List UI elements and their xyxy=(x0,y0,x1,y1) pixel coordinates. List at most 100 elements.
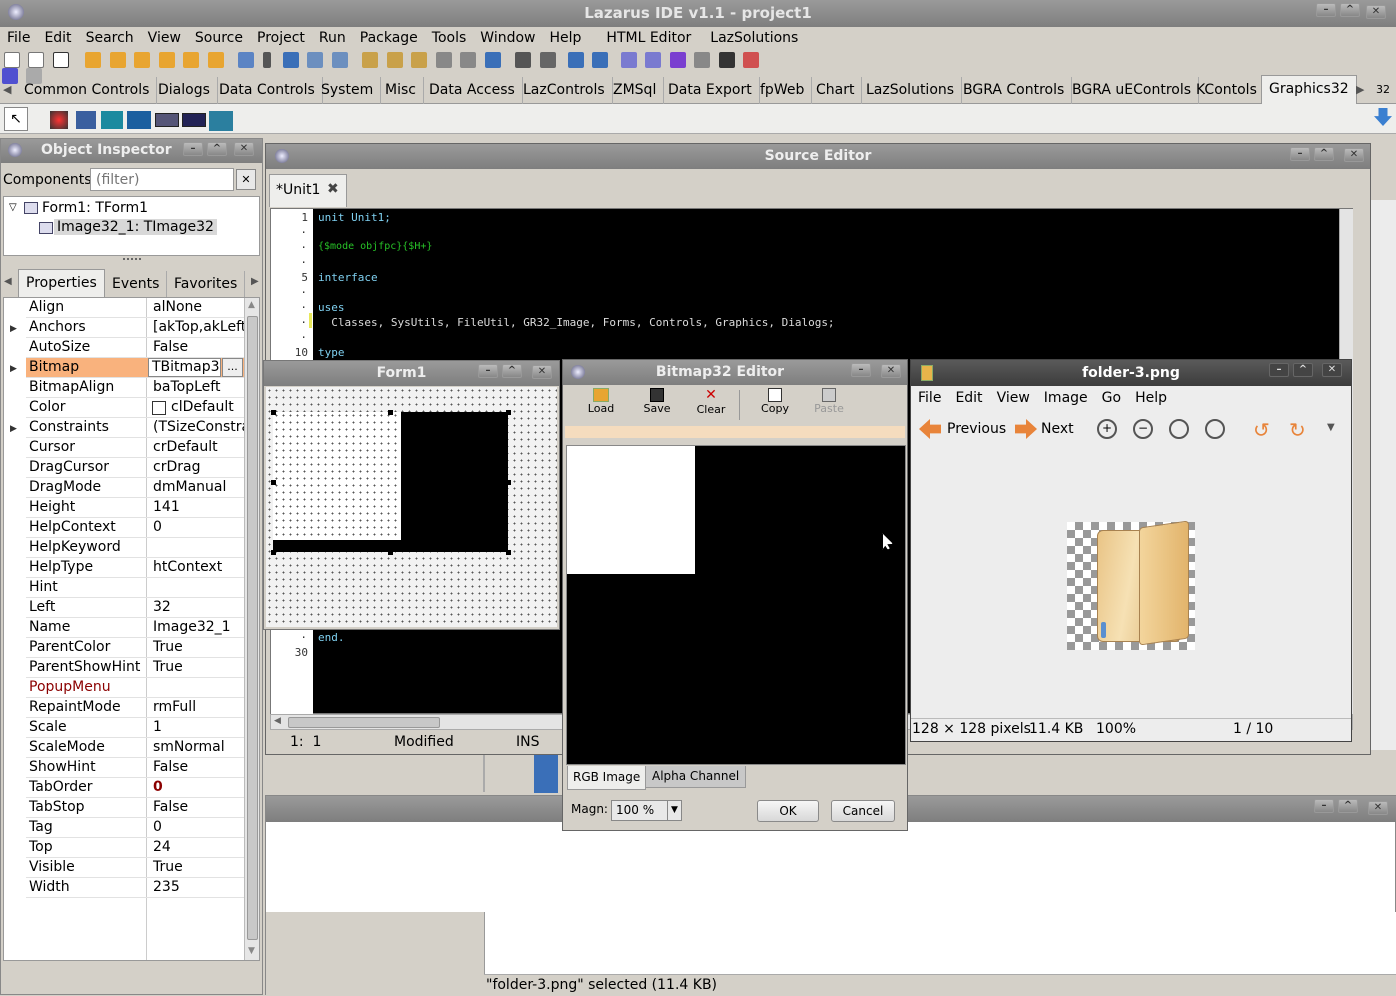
menu-source[interactable]: Source xyxy=(188,27,250,49)
prop-row-tag[interactable]: Tag 0 xyxy=(26,818,244,838)
watch-icon[interactable] xyxy=(620,52,637,68)
palette-tab-bgra-controls[interactable]: BGRA Controls xyxy=(956,77,1073,104)
palette-tab-lazsolutions[interactable]: LazSolutions xyxy=(859,77,963,104)
viewer-close-button[interactable]: ✕ xyxy=(1322,363,1342,377)
palette-tab-common-controls[interactable]: Common Controls xyxy=(17,77,158,104)
viewer-minimize-button[interactable]: – xyxy=(1269,363,1289,377)
zoom-normal-icon[interactable] xyxy=(1169,419,1189,439)
viewer-menu-view[interactable]: View xyxy=(990,387,1037,409)
bitmap-canvas[interactable] xyxy=(566,445,906,765)
handle-bl[interactable] xyxy=(271,550,276,555)
tab-favorites[interactable]: Favorites xyxy=(167,271,246,298)
gr32-paintbox-icon[interactable] xyxy=(50,111,68,129)
prop-row-top[interactable]: Top 24 xyxy=(26,838,244,858)
bitmap-ellipsis-button[interactable]: ... xyxy=(222,358,243,377)
prop-row-scalemode[interactable]: ScaleMode smNormal xyxy=(26,738,244,758)
inspector-tab-right-icon[interactable]: ▶ xyxy=(251,276,259,287)
prop-row-scale[interactable]: Scale 1 xyxy=(26,718,244,738)
ok-button[interactable]: OK xyxy=(757,800,819,822)
zoom-out-icon[interactable]: − xyxy=(1133,419,1153,439)
ide-close-button[interactable]: ✕ xyxy=(1366,5,1386,19)
close-tab-icon[interactable]: ✖ xyxy=(327,181,339,197)
save-button[interactable]: Save xyxy=(639,388,675,415)
scroll-down-icon[interactable]: ▼ xyxy=(248,946,255,956)
next-button[interactable]: Next xyxy=(1015,417,1074,441)
prop-row-visible[interactable]: Visible True xyxy=(26,858,244,878)
zoom-fit-icon[interactable] xyxy=(1205,419,1225,439)
handle-bm[interactable] xyxy=(388,550,393,555)
prop-row-parentshowhint[interactable]: ParentShowHint True xyxy=(26,658,244,678)
palette-tab-lazcontrols[interactable]: LazControls xyxy=(516,77,613,104)
viewer-menu-file[interactable]: File xyxy=(911,387,948,409)
source-editor-close-button[interactable]: ✕ xyxy=(1344,148,1364,162)
prop-row-parentcolor[interactable]: ParentColor True xyxy=(26,638,244,658)
tree-item-image32[interactable]: Image32_1: TImage32 xyxy=(54,219,217,235)
handle-mr[interactable] xyxy=(506,480,511,485)
view-units-icon[interactable] xyxy=(207,52,224,68)
ide-maximize-button[interactable]: ^ xyxy=(1340,3,1360,17)
form1-design-surface[interactable] xyxy=(266,387,557,627)
previous-button[interactable]: Previous xyxy=(919,417,1006,441)
prop-row-name[interactable]: Name Image32_1 xyxy=(26,618,244,638)
tab-events[interactable]: Events xyxy=(105,271,168,298)
gr32-gaugebar-icon[interactable] xyxy=(182,113,206,127)
stop-icon[interactable] xyxy=(718,52,735,68)
open-recent-icon[interactable] xyxy=(109,52,126,68)
tree-expand-icon[interactable]: ▽ xyxy=(9,202,17,213)
palette-scroll-right-icon[interactable]: ▶ xyxy=(1356,83,1364,96)
window-icon[interactable] xyxy=(460,52,477,68)
debug-icon[interactable] xyxy=(567,52,584,68)
scroll-up-icon[interactable]: ▲ xyxy=(248,300,255,310)
open-icon[interactable] xyxy=(85,52,102,68)
source-editor-maximize-button[interactable]: ^ xyxy=(1314,147,1334,161)
more-dropdown-icon[interactable]: ▼ xyxy=(1327,422,1335,433)
menu-tools[interactable]: Tools xyxy=(425,27,474,49)
menu-view[interactable]: View xyxy=(141,27,188,49)
load-button[interactable]: Load xyxy=(583,388,619,415)
property-grid-scrollbar[interactable]: ▲ ▼ xyxy=(244,298,259,960)
prop-row-hint[interactable]: Hint xyxy=(26,578,244,598)
form1-maximize-button[interactable]: ^ xyxy=(502,364,522,378)
palette-tab-zmsql[interactable]: ZMSql xyxy=(606,77,665,104)
tab-alpha-channel[interactable]: Alpha Channel xyxy=(645,766,747,788)
gr32-imgview-icon-2[interactable] xyxy=(209,111,233,131)
viewer-image-area[interactable] xyxy=(911,452,1351,718)
menu-window[interactable]: Window xyxy=(473,27,542,49)
palette-tab-system[interactable]: System xyxy=(314,77,382,104)
palette-tab-kcontols[interactable]: KContols xyxy=(1189,77,1265,104)
menu-run[interactable]: Run xyxy=(312,27,353,49)
build-icon[interactable] xyxy=(386,52,403,68)
prop-row-left[interactable]: Left 32 xyxy=(26,598,244,618)
handle-tr[interactable] xyxy=(506,410,511,415)
save-all-icon[interactable] xyxy=(158,52,175,68)
find-icon[interactable] xyxy=(515,52,532,68)
prop-row-showhint[interactable]: ShowHint False xyxy=(26,758,244,778)
prop-row-height[interactable]: Height 141 xyxy=(26,498,244,518)
ide-minimize-button[interactable]: – xyxy=(1316,3,1336,17)
prop-row-bitmap[interactable]: Bitmap TBitmap3... xyxy=(26,358,244,378)
selection-pointer-icon[interactable]: ↖ xyxy=(4,107,28,131)
copy-icon[interactable] xyxy=(331,52,348,68)
run-icon[interactable] xyxy=(669,52,686,68)
palette-tab-data-access[interactable]: Data Access xyxy=(422,77,523,104)
clear-filter-icon[interactable]: ✕ xyxy=(236,169,256,190)
image32-component[interactable] xyxy=(271,410,511,555)
prop-row-helpcontext[interactable]: HelpContext 0 xyxy=(26,518,244,538)
form1-minimize-button[interactable]: – xyxy=(478,364,498,378)
tab-properties[interactable]: Properties xyxy=(18,269,105,297)
palette-down-arrow-icon[interactable] xyxy=(1374,108,1392,126)
palette-tab-data-export[interactable]: Data Export xyxy=(661,77,760,104)
menu-html-editor[interactable]: HTML Editor xyxy=(588,27,698,49)
prop-row-anchors[interactable]: Anchors [akTop,akLeft xyxy=(26,318,244,338)
handle-br[interactable] xyxy=(506,550,511,555)
paste-button[interactable]: Paste xyxy=(811,388,847,415)
anchors-expand-icon[interactable]: ▶ xyxy=(10,324,17,334)
handle-ml[interactable] xyxy=(271,480,276,485)
tree-item-form1[interactable]: Form1: TForm1 xyxy=(42,200,148,216)
prop-row-width[interactable]: Width 235 xyxy=(26,878,244,898)
viewer-menu-image[interactable]: Image xyxy=(1037,387,1095,409)
splitter-handle[interactable] xyxy=(123,258,141,261)
prop-row-color[interactable]: Color clDefault xyxy=(26,398,244,418)
menu-file[interactable]: File xyxy=(0,27,37,49)
scroll-thumb[interactable] xyxy=(247,316,258,940)
